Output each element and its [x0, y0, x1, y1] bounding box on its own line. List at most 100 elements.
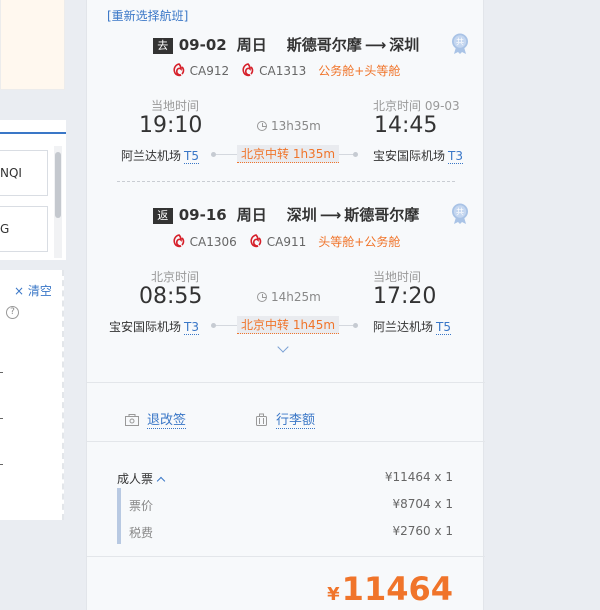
chevron-up-icon — [156, 476, 166, 486]
direction-badge: 返 — [152, 208, 173, 224]
departure-terminal[interactable]: T5 — [184, 149, 199, 164]
tax-value: ¥2760 x 1 — [392, 524, 453, 538]
left-filter-panel: × 清空 ? — [0, 270, 64, 520]
air-china-logo-icon — [242, 63, 254, 77]
departure-airport-name: 阿兰达机场 — [121, 149, 182, 163]
air-china-logo-icon — [250, 234, 262, 248]
duration-value: 13h35m — [271, 119, 321, 133]
cabin-class: 头等舱+公务舱 — [318, 235, 401, 249]
clock-icon — [257, 121, 267, 131]
transfer-info[interactable]: 北京中转 1h35m — [237, 145, 340, 163]
departure-time-label: 当地时间 — [151, 99, 200, 113]
luggage-icon — [256, 413, 267, 426]
left-tab-underline — [0, 132, 66, 134]
arrival-airport-name: 宝安国际机场 — [373, 149, 446, 163]
flight-duration: 14h25m — [257, 290, 321, 304]
return-flights: CA1306 CA911 头等舱+公务舱 — [87, 233, 485, 250]
air-china-logo-icon — [173, 234, 184, 248]
flight-number: CA1306 — [189, 235, 237, 249]
left-column: NQI G × 清空 ? — [0, 0, 66, 610]
svg-text:共: 共 — [456, 208, 464, 217]
fare-detail-bar — [117, 488, 121, 544]
base-fare-label: 票价 — [129, 499, 154, 513]
tax-label: 税费 — [129, 526, 154, 540]
arrival-airport: 宝安国际机场 T3 — [373, 147, 463, 164]
left-tab-2[interactable]: G — [0, 206, 48, 252]
shared-flight-badge-icon[interactable]: 共 — [451, 203, 469, 225]
filter-tick — [0, 418, 3, 419]
departure-time-label: 北京时间 — [151, 270, 200, 284]
departure-airport: 阿兰达机场 T5 — [121, 147, 199, 164]
segment-date: 09-02 — [178, 36, 227, 54]
arrival-terminal[interactable]: T5 — [436, 320, 451, 335]
help-icon[interactable]: ? — [6, 306, 19, 319]
clear-filter-link[interactable]: × 清空 — [14, 282, 52, 299]
refund-ticket-icon — [125, 414, 139, 426]
from-city: 深圳 — [286, 206, 317, 224]
base-fare-value: ¥8704 x 1 — [392, 497, 453, 511]
refund-policy-label[interactable]: 退改签 — [147, 413, 187, 429]
left-top-card — [0, 0, 65, 90]
departure-time: 19:10 — [139, 113, 203, 138]
route-dot — [211, 152, 216, 157]
filter-tick — [0, 464, 3, 465]
left-scrollbar-thumb[interactable] — [55, 152, 61, 218]
shared-flight-badge-icon[interactable]: 共 — [451, 33, 469, 55]
adult-fare-label: 成人票 — [117, 472, 154, 486]
adult-fare-toggle[interactable]: 成人票 — [117, 470, 166, 487]
arrival-time: 17:20 — [373, 284, 437, 309]
outbound-flights: CA912 CA1313 公务舱+头等舱 — [87, 62, 485, 79]
departure-airport-name: 宝安国际机场 — [109, 320, 182, 334]
outbound-title: 去 09-02 周日 斯德哥尔摩 ⟶ 深圳 — [87, 34, 485, 55]
arrival-airport: 阿兰达机场 T5 — [373, 318, 451, 335]
section-divider — [87, 441, 485, 442]
transfer-info[interactable]: 北京中转 1h45m — [237, 316, 340, 334]
flight-number: CA912 — [189, 64, 230, 78]
route-arrow-icon: ⟶ — [364, 36, 387, 54]
duration-value: 14h25m — [271, 290, 321, 304]
flight-number: CA1313 — [259, 64, 307, 78]
svg-text:共: 共 — [456, 38, 464, 47]
departure-airport: 宝安国际机场 T3 — [109, 318, 199, 335]
arrival-terminal[interactable]: T3 — [448, 149, 463, 164]
section-divider — [87, 556, 485, 557]
booking-summary-card: [重新选择航班] 去 09-02 周日 斯德哥尔摩 ⟶ 深圳 共 CA912 CA1313 公… — [86, 0, 485, 610]
segment-divider — [117, 181, 455, 182]
segment-date: 09-16 — [178, 206, 227, 224]
arrival-time-label: 北京时间 09-03 — [373, 99, 460, 113]
air-china-logo-icon — [173, 63, 184, 77]
return-title: 返 09-16 周日 深圳 ⟶ 斯德哥尔摩 — [87, 204, 485, 225]
total-price: ¥11464 — [327, 570, 453, 608]
route-dot — [353, 152, 358, 157]
route-dot — [353, 323, 358, 328]
left-tab-1-label: NQI — [0, 166, 22, 180]
arrival-time: 14:45 — [374, 113, 438, 138]
departure-time: 08:55 — [139, 284, 203, 309]
refund-policy-link[interactable]: 退改签 — [125, 409, 187, 429]
section-divider — [87, 382, 485, 383]
arrival-time-label: 当地时间 — [373, 270, 422, 284]
flight-number: CA911 — [266, 235, 307, 249]
direction-badge: 去 — [152, 38, 173, 54]
arrival-airport-name: 阿兰达机场 — [373, 320, 434, 334]
expand-chevron-down-icon[interactable] — [277, 341, 289, 353]
left-tab-1[interactable]: NQI — [0, 150, 48, 196]
clock-icon — [257, 292, 267, 302]
segment-weekday: 周日 — [236, 36, 267, 54]
currency-symbol: ¥ — [327, 584, 340, 605]
filter-tick — [0, 372, 3, 373]
route-arrow-icon: ⟶ — [319, 206, 342, 224]
baggage-policy-label[interactable]: 行李额 — [276, 413, 316, 429]
departure-terminal[interactable]: T3 — [184, 320, 199, 335]
to-city: 斯德哥尔摩 — [344, 206, 420, 224]
segment-weekday: 周日 — [236, 206, 267, 224]
left-tab-2-label: G — [0, 222, 10, 236]
left-scrollbar[interactable] — [54, 146, 62, 258]
adult-fare-value: ¥11464 x 1 — [384, 470, 453, 484]
route-dot — [211, 323, 216, 328]
reselect-flight-link[interactable]: [重新选择航班] — [107, 7, 188, 24]
baggage-policy-link[interactable]: 行李额 — [255, 409, 316, 429]
from-city: 斯德哥尔摩 — [286, 36, 362, 54]
total-amount: 11464 — [341, 570, 453, 608]
to-city: 深圳 — [389, 36, 420, 54]
